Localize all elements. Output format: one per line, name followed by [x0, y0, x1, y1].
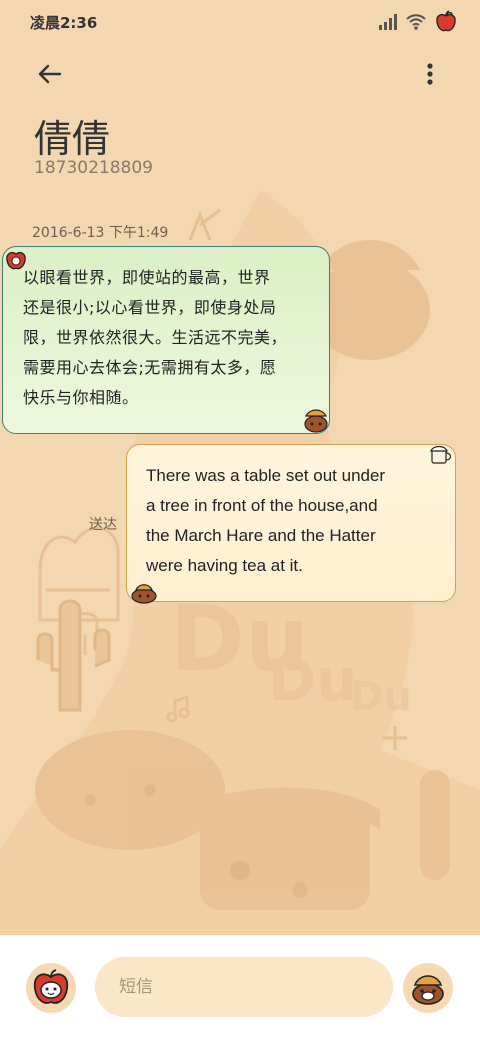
dog-sticker-icon — [304, 409, 328, 433]
message-line: the March Hare and the Hatter — [146, 526, 376, 545]
send-button[interactable] — [403, 963, 453, 1013]
status-time: 凌晨2:36 — [30, 14, 98, 32]
outgoing-message-text: There was a table set out under a tree i… — [146, 461, 439, 581]
apple-sticker-icon — [6, 252, 26, 270]
dog-sticker-icon — [412, 975, 444, 1005]
contact-name: 倩倩 — [34, 117, 111, 161]
incoming-message-bubble[interactable]: 以眼看世界，即使站的最高，世界 还是很小;以心看世界，即使身处局 限，世界依然很… — [2, 246, 330, 434]
wifi-icon — [406, 14, 426, 30]
arrow-left-icon[interactable] — [32, 56, 68, 92]
message-line: a tree in front of the house,and — [146, 496, 378, 515]
cup-sticker-icon — [430, 445, 452, 464]
conversation-header: 倩倩 18730218809 — [0, 44, 480, 194]
status-icons — [378, 10, 458, 34]
message-line: There was a table set out under — [146, 466, 386, 485]
message-line: 限，世界依然很大。生活远不完美， — [23, 328, 288, 347]
compose-bar — [0, 935, 480, 1040]
message-timestamp: 2016-6-13 下午1:49 — [32, 225, 169, 241]
message-line: were having tea at it. — [146, 556, 303, 575]
message-line: 还是很小;以心看世界，即使身处局 — [23, 298, 277, 317]
more-vertical-icon[interactable] — [416, 56, 444, 92]
signal-icon — [379, 14, 397, 30]
svg-text:Du: Du — [268, 646, 357, 714]
status-bar: 凌晨2:36 — [0, 0, 480, 44]
message-line: 需要用心去体会;无需拥有太多，愿 — [23, 358, 277, 377]
apple-battery-icon — [436, 10, 456, 32]
message-line: 快乐与你相随。 — [23, 388, 139, 407]
apple-avatar-button[interactable] — [26, 963, 76, 1013]
outgoing-message-bubble[interactable]: There was a table set out under a tree i… — [126, 444, 456, 602]
incoming-message-text: 以眼看世界，即使站的最高，世界 还是很小;以心看世界，即使身处局 限，世界依然很… — [23, 263, 311, 413]
message-line: 以眼看世界，即使站的最高，世界 — [23, 268, 271, 287]
svg-text:Du: Du — [350, 674, 412, 720]
delivery-status: 送达 — [89, 517, 117, 533]
message-input[interactable] — [95, 957, 393, 1017]
contact-number: 18730218809 — [34, 158, 153, 178]
dog-sticker-icon — [131, 584, 157, 604]
apple-avatar-icon — [33, 969, 69, 1004]
